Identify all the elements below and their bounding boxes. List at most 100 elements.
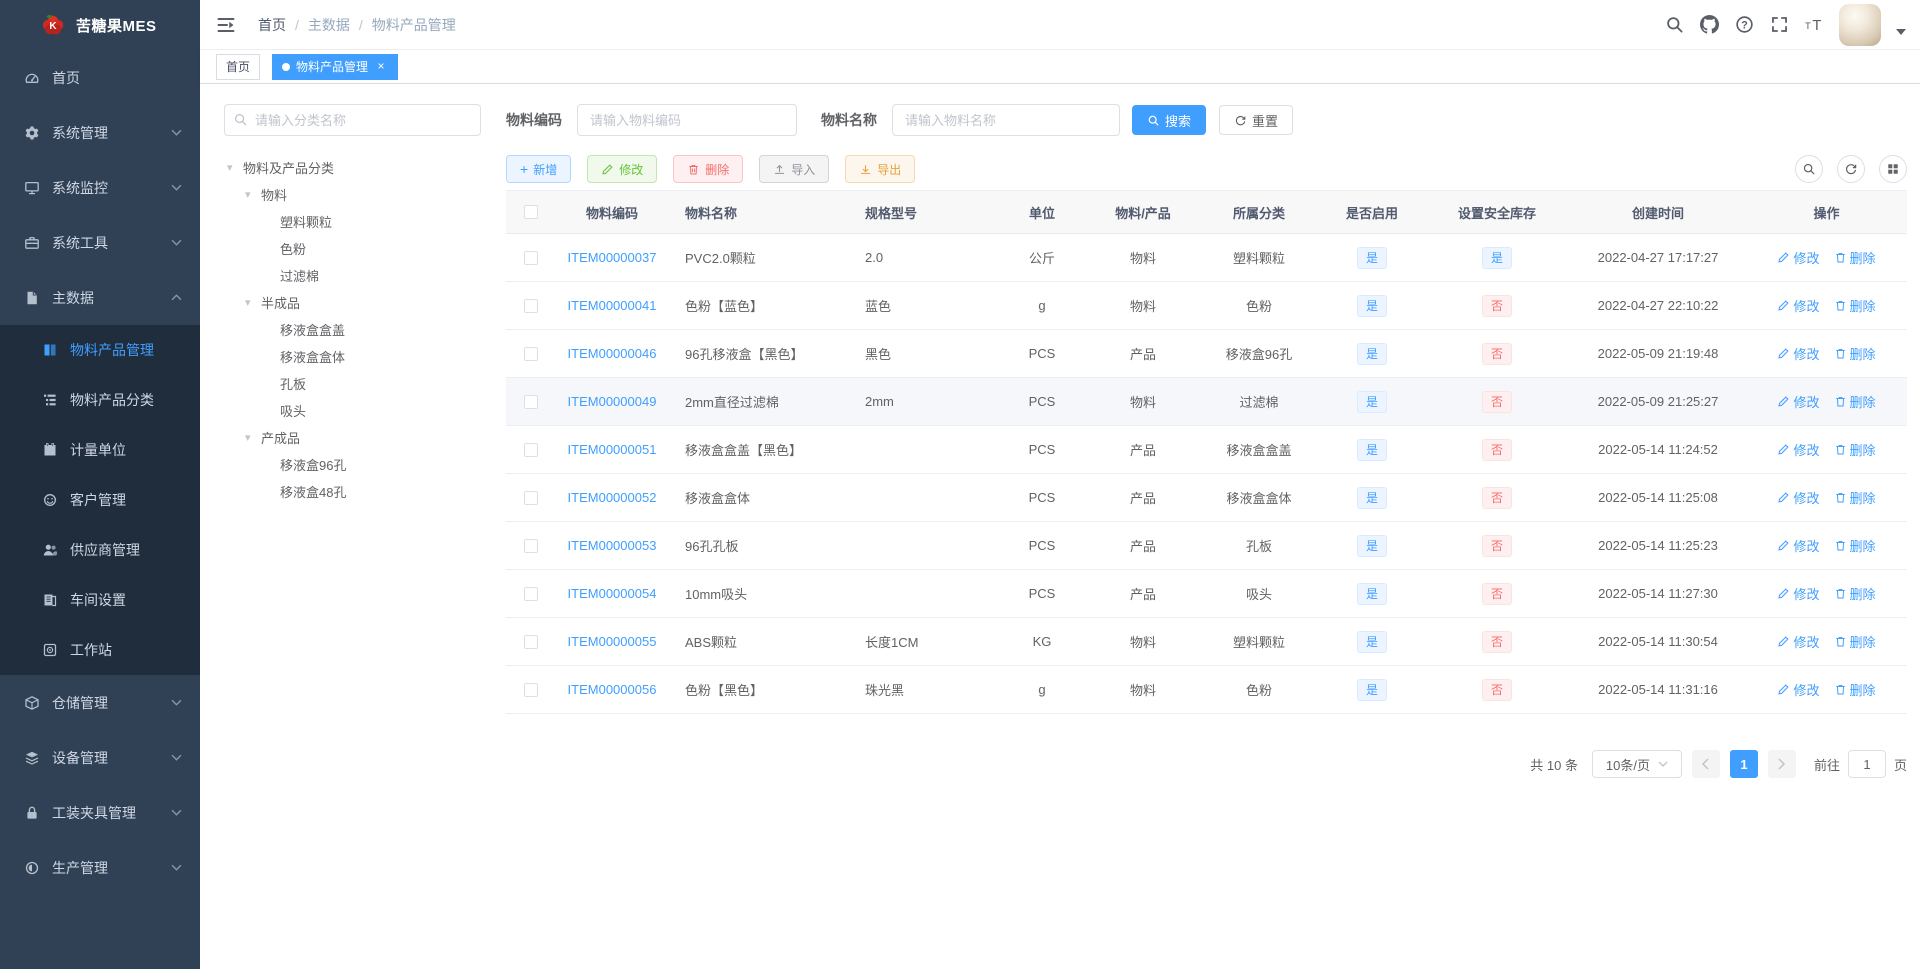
delete-button[interactable]: 删除 <box>673 155 744 183</box>
tree-node[interactable]: 色粉 <box>224 235 481 262</box>
material-code-link[interactable]: ITEM00000055 <box>568 634 657 649</box>
row-checkbox[interactable] <box>524 346 538 361</box>
next-page-button[interactable] <box>1767 750 1796 778</box>
tree-node[interactable]: 移液盒48孔 <box>224 478 481 505</box>
sidebar-item-material-product-category[interactable]: 物料产品分类 <box>0 375 200 425</box>
edit-row-link[interactable]: 修改 <box>1777 488 1820 507</box>
delete-row-link[interactable]: 删除 <box>1834 392 1876 411</box>
edit-row-link[interactable]: 修改 <box>1777 584 1820 603</box>
delete-row-link[interactable]: 删除 <box>1834 584 1876 603</box>
material-code-link[interactable]: ITEM00000041 <box>568 298 657 313</box>
table-columns-button[interactable] <box>1879 155 1907 183</box>
delete-row-link[interactable]: 删除 <box>1834 344 1876 363</box>
row-checkbox[interactable] <box>524 490 538 505</box>
goto-page-input[interactable] <box>1847 750 1886 778</box>
sidebar-item-workstation[interactable]: 工作站 <box>0 625 200 675</box>
tree-node[interactable]: 塑料颗粒 <box>224 208 481 235</box>
sidebar-item-master-data[interactable]: 主数据 <box>0 270 200 325</box>
help-icon[interactable]: ? <box>1734 15 1754 35</box>
reset-button[interactable]: 重置 <box>1219 105 1294 135</box>
sidebar-item-system-tools[interactable]: 系统工具 <box>0 215 200 270</box>
tree-node[interactable]: 过滤棉 <box>224 262 481 289</box>
delete-row-link[interactable]: 删除 <box>1834 488 1876 507</box>
sidebar-item-fixture-management[interactable]: 工装夹具管理 <box>0 785 200 840</box>
edit-row-link[interactable]: 修改 <box>1777 632 1820 651</box>
material-code-link[interactable]: ITEM00000054 <box>568 586 657 601</box>
sidebar-item-measurement-unit[interactable]: 计量单位 <box>0 425 200 475</box>
edit-row-link[interactable]: 修改 <box>1777 296 1820 315</box>
edit-row-link[interactable]: 修改 <box>1777 344 1820 363</box>
tree-node[interactable]: 孔板 <box>224 370 481 397</box>
row-checkbox[interactable] <box>524 298 538 313</box>
breadcrumb-home[interactable]: 首页 <box>258 15 286 35</box>
tree-node[interactable]: ▾ 产成品 <box>224 424 481 451</box>
prev-page-button[interactable] <box>1691 750 1720 778</box>
row-checkbox[interactable] <box>524 634 538 649</box>
row-checkbox[interactable] <box>524 538 538 553</box>
export-button[interactable]: 导出 <box>845 155 916 183</box>
delete-row-link[interactable]: 删除 <box>1834 536 1876 555</box>
row-checkbox[interactable] <box>524 394 538 409</box>
tab-close-icon[interactable]: × <box>374 59 388 74</box>
github-icon[interactable] <box>1699 15 1719 35</box>
material-code-link[interactable]: ITEM00000051 <box>568 442 657 457</box>
material-name-input[interactable] <box>892 104 1120 136</box>
sidebar-item-supplier-management[interactable]: 供应商管理 <box>0 525 200 575</box>
tab-home[interactable]: 首页 <box>216 53 261 80</box>
tree-node[interactable]: ▾ 物料 <box>224 181 481 208</box>
row-checkbox[interactable] <box>524 586 538 601</box>
edit-row-link[interactable]: 修改 <box>1777 536 1820 555</box>
sidebar-item-production-management[interactable]: 生产管理 <box>0 840 200 895</box>
edit-row-link[interactable]: 修改 <box>1777 248 1820 267</box>
edit-row-link[interactable]: 修改 <box>1777 440 1820 459</box>
sidebar-item-equipment-management[interactable]: 设备管理 <box>0 730 200 785</box>
row-checkbox[interactable] <box>524 442 538 457</box>
sidebar-item-system-monitor[interactable]: 系统监控 <box>0 160 200 215</box>
tree-node[interactable]: 吸头 <box>224 397 481 424</box>
delete-row-link[interactable]: 删除 <box>1834 680 1876 699</box>
material-code-link[interactable]: ITEM00000037 <box>568 250 657 265</box>
font-size-icon[interactable]: TT <box>1804 15 1824 35</box>
tree-node[interactable]: 移液盒盒体 <box>224 343 481 370</box>
material-code-input[interactable] <box>577 104 797 136</box>
user-avatar[interactable] <box>1839 3 1881 46</box>
delete-row-link[interactable]: 删除 <box>1834 440 1876 459</box>
table-refresh-button[interactable] <box>1837 155 1865 183</box>
material-code-link[interactable]: ITEM00000056 <box>568 682 657 697</box>
add-button[interactable]: + 新增 <box>506 155 572 183</box>
current-page-button[interactable]: 1 <box>1729 750 1758 778</box>
edit-row-link[interactable]: 修改 <box>1777 392 1820 411</box>
fullscreen-icon[interactable] <box>1769 15 1789 35</box>
edit-row-link[interactable]: 修改 <box>1777 680 1820 699</box>
material-code-link[interactable]: ITEM00000052 <box>568 490 657 505</box>
import-button[interactable]: 导入 <box>759 155 830 183</box>
sidebar-item-customer-management[interactable]: 客户管理 <box>0 475 200 525</box>
sidebar-item-home[interactable]: 首页 <box>0 50 200 105</box>
select-all-checkbox[interactable] <box>524 205 538 219</box>
sidebar-item-system-management[interactable]: 系统管理 <box>0 105 200 160</box>
page-size-select[interactable]: 10条/页 <box>1591 750 1682 778</box>
delete-row-link[interactable]: 删除 <box>1834 296 1876 315</box>
row-checkbox[interactable] <box>524 250 538 265</box>
material-code-link[interactable]: ITEM00000049 <box>568 394 657 409</box>
material-code-link[interactable]: ITEM00000053 <box>568 538 657 553</box>
sidebar-item-workshop-settings[interactable]: 车间设置 <box>0 575 200 625</box>
user-menu-caret-icon[interactable] <box>1896 28 1906 35</box>
table-search-toggle-button[interactable] <box>1795 155 1823 183</box>
delete-row-link[interactable]: 删除 <box>1834 632 1876 651</box>
search-button[interactable]: 搜索 <box>1132 105 1207 135</box>
sidebar-item-warehouse-management[interactable]: 仓储管理 <box>0 675 200 730</box>
tree-node[interactable]: ▾ 物料及产品分类 <box>224 154 481 181</box>
sidebar-item-material-product-management[interactable]: 物料产品管理 <box>0 325 200 375</box>
delete-row-link[interactable]: 删除 <box>1834 248 1876 267</box>
tree-node[interactable]: ▾ 半成品 <box>224 289 481 316</box>
search-icon[interactable] <box>1664 15 1684 35</box>
row-checkbox[interactable] <box>524 682 538 697</box>
material-code-link[interactable]: ITEM00000046 <box>568 346 657 361</box>
edit-button[interactable]: 修改 <box>587 155 658 183</box>
tree-node[interactable]: 移液盒盒盖 <box>224 316 481 343</box>
tab-material-product-management[interactable]: 物料产品管理 × <box>272 53 399 80</box>
breadcrumb-master-data[interactable]: 主数据 <box>308 15 350 35</box>
category-search-input[interactable] <box>224 104 481 136</box>
sidebar-toggle-icon[interactable] <box>216 15 236 35</box>
